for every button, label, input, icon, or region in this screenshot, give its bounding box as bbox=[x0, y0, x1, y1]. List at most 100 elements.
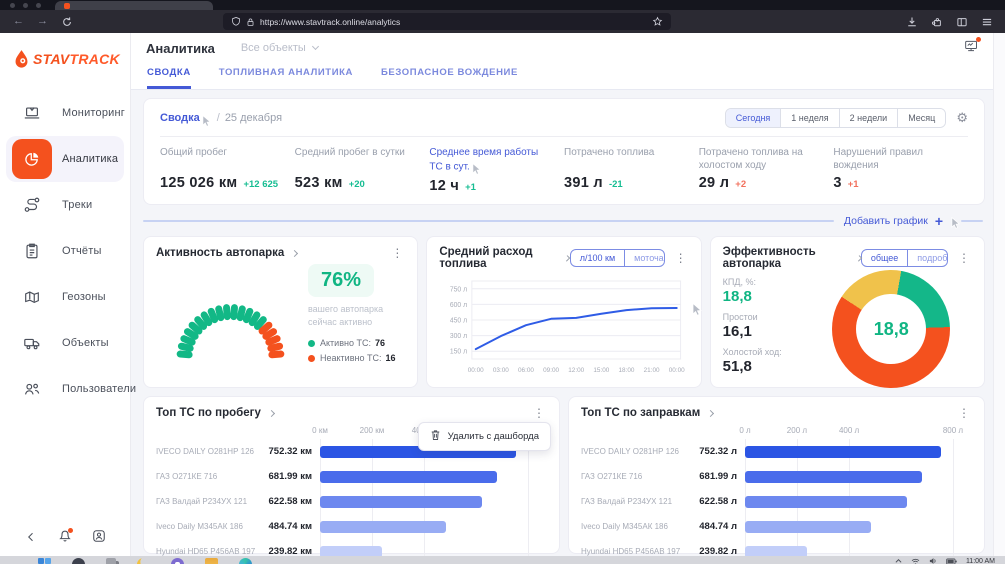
file-explorer-icon[interactable] bbox=[205, 558, 218, 564]
add-chart-link[interactable]: Добавить график bbox=[844, 215, 928, 227]
vehicle-label: Hyundai HD65 Р456АВ 197 bbox=[581, 547, 681, 556]
objects-filter-dropdown[interactable]: Все объекты bbox=[241, 42, 318, 54]
notifications-bell-icon[interactable] bbox=[58, 529, 72, 548]
refuel-bar-chart: IVECO DAILY О281НР 126752.32 лГАЗ О271КЕ… bbox=[581, 439, 972, 556]
brand-text-stav: STAV bbox=[33, 51, 69, 67]
vehicle-label: IVECO DAILY О281НР 126 bbox=[156, 447, 256, 456]
vehicle-bar-row[interactable]: ГАЗ Валдай Р234УХ 121622.58 км bbox=[156, 489, 547, 514]
svg-text:03:00: 03:00 bbox=[493, 367, 509, 374]
url-text[interactable]: https://www.stavtrack.online/analytics bbox=[260, 17, 647, 27]
delete-from-dashboard-menu[interactable]: Удалить с дашборда bbox=[418, 422, 551, 451]
vehicle-bar-row[interactable]: ГАЗ Валдай Р234УХ 121622.58 л bbox=[581, 489, 972, 514]
chevron-right-icon[interactable] bbox=[268, 409, 275, 416]
window-controls[interactable] bbox=[10, 3, 41, 8]
kebab-menu-icon[interactable]: ⋮ bbox=[956, 251, 972, 265]
summary-breadcrumb-link[interactable]: Сводка bbox=[160, 112, 200, 124]
vehicle-bar-row[interactable]: Hyundai HD65 Р456АВ 197239.82 л bbox=[581, 539, 972, 556]
vehicle-bar-row[interactable]: ГАЗ О271КЕ 716681.99 л bbox=[581, 464, 972, 489]
kebab-menu-icon[interactable]: ⋮ bbox=[389, 246, 405, 260]
range-button[interactable]: Месяц bbox=[897, 109, 945, 127]
chevron-right-icon[interactable] bbox=[707, 409, 714, 416]
sidebar-toggle-icon[interactable] bbox=[956, 16, 968, 28]
volume-icon[interactable] bbox=[929, 557, 937, 564]
svg-text:18:00: 18:00 bbox=[619, 367, 635, 374]
summary-stat[interactable]: Среднее время работы ТС в сут.12 ч+1 bbox=[429, 146, 564, 194]
browser-app-icon[interactable] bbox=[239, 558, 252, 564]
extensions-icon[interactable] bbox=[931, 16, 943, 28]
wifi-icon[interactable] bbox=[911, 558, 920, 564]
window-button[interactable] bbox=[23, 3, 28, 8]
chevron-right-icon[interactable] bbox=[291, 249, 298, 256]
window-button[interactable] bbox=[10, 3, 15, 8]
kebab-menu-icon[interactable]: ⋮ bbox=[531, 406, 547, 420]
battery-icon[interactable] bbox=[946, 558, 957, 564]
task-view-icon[interactable] bbox=[106, 558, 116, 564]
page-scrollbar-gutter[interactable] bbox=[993, 33, 1005, 556]
brand-drop-icon bbox=[13, 49, 30, 70]
pie-chart-icon bbox=[12, 139, 52, 179]
browser-tab[interactable] bbox=[55, 1, 213, 10]
reload-button[interactable] bbox=[61, 16, 73, 28]
taskbar-search-icon[interactable] bbox=[72, 558, 85, 564]
bookmark-star-icon[interactable] bbox=[652, 16, 663, 27]
dashboard-alerts-icon[interactable] bbox=[964, 39, 979, 58]
vehicle-bar-row[interactable]: Iveco Daily М345АК 186484.74 км bbox=[156, 514, 547, 539]
range-button[interactable]: 2 недели bbox=[839, 109, 898, 127]
taskbar-app-icon[interactable] bbox=[137, 558, 150, 564]
downloads-icon[interactable] bbox=[906, 16, 918, 28]
sidebar-item-geozones[interactable]: Геозоны bbox=[0, 274, 130, 320]
card-title: Активность автопарка bbox=[156, 247, 284, 259]
plus-icon[interactable]: + bbox=[935, 213, 943, 229]
vehicle-label: Iveco Daily М345АК 186 bbox=[581, 522, 681, 531]
profile-icon[interactable] bbox=[92, 529, 106, 548]
mileage-bar-chart: IVECO DAILY О281НР 126752.32 кмГАЗ О271К… bbox=[156, 439, 547, 556]
toggle-button[interactable]: л/100 км bbox=[571, 250, 624, 266]
sidebar-menu: МониторингАналитикаТрекиОтчётыГеозоныОбъ… bbox=[0, 90, 130, 412]
sidebar-item-tracks[interactable]: Треки bbox=[0, 182, 130, 228]
vehicle-value: 681.99 км bbox=[256, 471, 312, 482]
gear-icon[interactable]: ⚙ bbox=[956, 110, 968, 126]
active-percent-value: 76% bbox=[308, 264, 374, 297]
tab-safe-driving[interactable]: БЕЗОПАСНОЕ ВОЖДЕНИЕ bbox=[381, 67, 518, 89]
toggle-button[interactable]: моточасы bbox=[624, 250, 664, 266]
vehicle-bar-row[interactable]: IVECO DAILY О281НР 126752.32 л bbox=[581, 439, 972, 464]
sidebar-item-users[interactable]: Пользователи bbox=[0, 366, 130, 412]
taskbar-clock[interactable]: 11:00 AM bbox=[966, 558, 995, 564]
taskbar-app-icon[interactable] bbox=[171, 558, 184, 564]
bar bbox=[320, 496, 482, 508]
donut-center-value: 18,8 bbox=[856, 294, 926, 364]
vehicle-bar-row[interactable]: ГАЗ О271КЕ 716681.99 км bbox=[156, 464, 547, 489]
sidebar-item-analytics[interactable]: Аналитика bbox=[6, 136, 124, 182]
range-button[interactable]: 1 неделя bbox=[780, 109, 838, 127]
windows-start-icon[interactable] bbox=[38, 558, 51, 564]
os-taskbar: 11:00 AM bbox=[0, 556, 1005, 564]
summary-card: Сводка / 25 декабря Сегодня1 неделя2 нед… bbox=[143, 98, 985, 205]
efficiency-donut-chart: 18,8 bbox=[832, 270, 950, 388]
shield-icon[interactable] bbox=[231, 16, 241, 27]
summary-date: 25 декабря bbox=[225, 112, 282, 124]
url-bar[interactable]: https://www.stavtrack.online/analytics bbox=[223, 13, 671, 30]
vehicle-bar-row[interactable]: Iveco Daily М345АК 186484.74 л bbox=[581, 514, 972, 539]
kebab-menu-icon[interactable]: ⋮ bbox=[673, 251, 689, 265]
toggle-button[interactable]: подробно bbox=[907, 250, 948, 266]
toggle-button[interactable]: общее bbox=[862, 250, 907, 266]
back-button[interactable]: ← bbox=[13, 16, 24, 27]
sidebar-item-objects[interactable]: Объекты bbox=[0, 320, 130, 366]
brand-logo[interactable]: STAVTRACK bbox=[13, 49, 130, 70]
sidebar-item-monitoring[interactable]: Мониторинг bbox=[0, 90, 130, 136]
card-title: Топ ТС по пробегу bbox=[156, 407, 261, 419]
svg-text:150 л: 150 л bbox=[450, 349, 467, 356]
vehicle-bar-row[interactable]: Hyundai HD65 Р456АВ 197239.82 км bbox=[156, 539, 547, 556]
sidebar-item-reports[interactable]: Отчёты bbox=[0, 228, 130, 274]
window-button[interactable] bbox=[36, 3, 41, 8]
kebab-menu-icon[interactable]: ⋮ bbox=[956, 406, 972, 420]
range-button[interactable]: Сегодня bbox=[726, 109, 781, 127]
tray-expand-icon[interactable] bbox=[895, 558, 902, 564]
tab-fuel-analytics[interactable]: ТОПЛИВНАЯ АНАЛИТИКА bbox=[219, 67, 353, 89]
collapse-sidebar-icon[interactable] bbox=[24, 530, 38, 548]
menu-icon[interactable] bbox=[981, 16, 993, 28]
forward-button[interactable]: → bbox=[37, 16, 48, 27]
route-icon bbox=[12, 185, 52, 225]
tab-summary[interactable]: СВОДКА bbox=[147, 67, 191, 89]
trash-icon bbox=[430, 429, 441, 444]
